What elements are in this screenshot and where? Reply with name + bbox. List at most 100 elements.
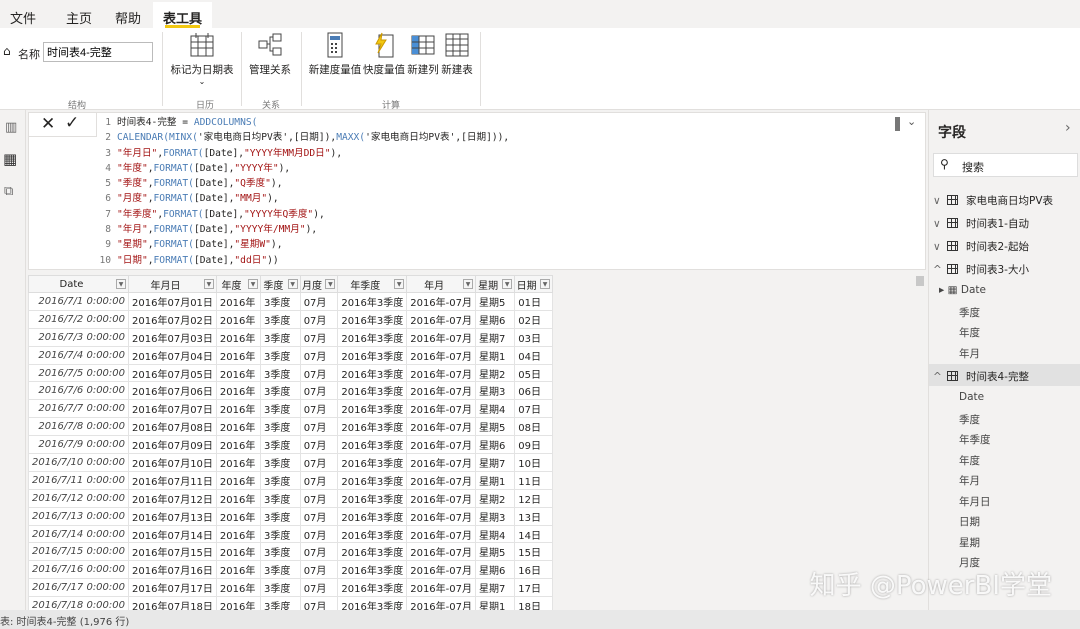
filter-dropdown-icon[interactable]: ▼ — [502, 279, 513, 289]
code-line[interactable]: 7 "年季度",FORMAT([Date],"YYYY年Q季度"), — [97, 207, 509, 222]
code-line[interactable]: 4 "年度",FORMAT([Date],"YYYY年"), — [97, 161, 509, 176]
filter-dropdown-icon[interactable]: ▼ — [116, 279, 127, 289]
field-item[interactable]: 星期 — [959, 535, 980, 550]
column-header-年度[interactable]: 年度 ▼ — [215, 275, 262, 293]
column-header-日期[interactable]: 日期 ▼ — [514, 275, 553, 293]
field-item[interactable]: 季度 — [959, 412, 980, 427]
table-row[interactable]: 2016/7/16 0:00:00 2016年07月16日 2016年 3季度 07月 2… — [27, 560, 553, 580]
table-row[interactable]: 2016/7/7 0:00:00 2016年07月07日 2016年 3季度 07月 20… — [27, 399, 553, 419]
chevron-up-icon[interactable]: ^ — [933, 264, 945, 276]
field-table-家电电商日均PV表[interactable]: ∨ 家电电商日均PV表 — [929, 188, 1080, 210]
filter-dropdown-icon[interactable]: ▼ — [325, 279, 336, 289]
column-header-年季度[interactable]: 年季度 ▼ — [337, 275, 408, 293]
code-token: MAXX( — [336, 132, 366, 144]
table-row[interactable]: 2016/7/4 0:00:00 2016年07月04日 2016年 3季度 07月 20… — [27, 345, 553, 365]
manage-relationships-button[interactable]: 管理关系 — [246, 32, 294, 77]
formula-bar[interactable]: ✕ ✓ 1 时间表4-完整 = ADDCOLUMNS(2 CALENDAR(MINX… — [28, 112, 926, 270]
table-row[interactable]: 2016/7/10 0:00:00 2016年07月10日 2016年 3季度 07月 2… — [27, 453, 553, 472]
table-row[interactable]: 2016/7/15 0:00:00 2016年07月15日 2016年 3季度 07月 2… — [27, 542, 553, 562]
field-item[interactable]: 年月 — [959, 473, 980, 488]
column-header-年月日[interactable]: 年月日 ▼ — [128, 275, 217, 293]
table-name-input[interactable] — [43, 42, 153, 62]
filter-dropdown-icon[interactable]: ▼ — [540, 279, 550, 289]
table-row[interactable]: 2016/7/8 0:00:00 2016年07月08日 2016年 3季度 07月 20… — [27, 417, 553, 437]
line-number: 1 — [105, 117, 111, 128]
table-row[interactable]: 2016/7/11 0:00:00 2016年07月11日 2016年 3季度 07月 2… — [27, 470, 553, 490]
menu-table-tools[interactable]: 表工具 — [153, 2, 213, 30]
data-view-icon[interactable]: ▦ — [3, 150, 17, 168]
filter-dropdown-icon[interactable]: ▼ — [287, 279, 298, 289]
table-cell: 07月 — [299, 453, 339, 472]
table-cell: 2016年07月14日 — [128, 524, 217, 544]
table-row[interactable]: 2016/7/1 0:00:00 2016年07月01日 2016年 3季度 07月 20… — [27, 292, 553, 311]
table-row[interactable]: 2016/7/12 0:00:00 2016年07月12日 2016年 3季度 07月 2… — [27, 488, 553, 508]
code-line[interactable]: 9 "星期",FORMAT([Date],"星期W"), — [97, 237, 509, 252]
filter-dropdown-icon[interactable]: ▼ — [463, 279, 474, 289]
cancel-formula-icon[interactable]: ✕ — [41, 114, 55, 134]
column-header-季度[interactable]: 季度 ▼ — [260, 275, 301, 293]
table-row[interactable]: 2016/7/17 0:00:00 2016年07月17日 2016年 3季度 07月 2… — [27, 578, 553, 598]
table-row[interactable]: 2016/7/5 0:00:00 2016年07月05日 2016年 3季度 07月 20… — [27, 363, 553, 383]
model-view-icon[interactable]: ⧉ — [4, 184, 13, 199]
field-item[interactable]: 年季度 — [959, 432, 991, 447]
table-row[interactable]: 2016/7/3 0:00:00 2016年07月03日 2016年 3季度 07月 20… — [27, 327, 553, 347]
report-view-icon[interactable]: ▥ — [5, 120, 17, 135]
chevron-up-icon[interactable]: ^ — [933, 371, 945, 383]
new-column-button[interactable]: 新建列 — [406, 32, 440, 77]
table-cell: 2016年3季度 — [337, 399, 408, 419]
new-table-button[interactable]: 新建表 — [440, 32, 474, 77]
code-line[interactable]: 6 "月度",FORMAT([Date],"MM月"), — [97, 191, 509, 206]
table-row[interactable]: 2016/7/9 0:00:00 2016年07月09日 2016年 3季度 07月 20… — [27, 435, 553, 455]
code-line[interactable]: 1 时间表4-完整 = ADDCOLUMNS( — [97, 115, 509, 130]
menu-help[interactable]: 帮助 — [115, 8, 141, 27]
table-row[interactable]: 2016/7/2 0:00:00 2016年07月02日 2016年 3季度 07月 20… — [27, 309, 553, 329]
menu-home[interactable]: 主页 — [66, 8, 92, 27]
table-cell: 2016年07月16日 — [128, 560, 217, 580]
chevron-down-icon[interactable]: ∨ — [933, 195, 945, 207]
chevron-down-icon[interactable]: ∨ — [933, 241, 945, 253]
table-row[interactable]: 2016/7/6 0:00:00 2016年07月06日 2016年 3季度 07月 20… — [27, 381, 553, 401]
grid-scrollbar[interactable] — [914, 272, 926, 610]
field-item[interactable]: 日期 — [959, 514, 980, 529]
field-item[interactable]: Date — [959, 391, 984, 403]
filter-dropdown-icon[interactable]: ▼ — [203, 279, 214, 289]
field-item[interactable]: 年度 — [959, 325, 980, 340]
field-item[interactable]: ▸ ▦ Date — [939, 284, 986, 296]
quick-measure-button[interactable]: 快度量值 — [363, 32, 405, 77]
menu-file[interactable]: 文件 — [10, 8, 36, 27]
mark-as-date-table-button[interactable]: 标记为日期表 ⌄ — [168, 32, 236, 86]
code-line[interactable]: 5 "季度",FORMAT([Date],"Q季度"), — [97, 176, 509, 191]
commit-formula-icon[interactable]: ✓ — [65, 113, 79, 133]
column-header-星期[interactable]: 星期 ▼ — [475, 275, 516, 293]
collapse-chevron-icon[interactable]: ⌄ — [907, 115, 916, 128]
collapse-pane-chevron-icon[interactable]: › — [1065, 120, 1071, 136]
filter-dropdown-icon[interactable]: ▼ — [394, 279, 405, 289]
dax-code[interactable]: 1 时间表4-完整 = ADDCOLUMNS(2 CALENDAR(MINX('家电… — [97, 115, 509, 268]
column-header-月度[interactable]: 月度 ▼ — [299, 275, 339, 293]
table-cell: 11日 — [514, 470, 553, 490]
column-header-年月[interactable]: 年月 ▼ — [406, 275, 477, 293]
field-table-时间表4-完整[interactable]: ^ 时间表4-完整 — [929, 364, 1080, 386]
column-header-Date[interactable]: Date ▼ — [27, 275, 130, 293]
fields-search-box[interactable]: ⚲ 搜索 — [933, 153, 1078, 177]
field-item[interactable]: 年月 — [959, 346, 980, 361]
table-cell: 07月 — [299, 363, 339, 383]
table-row[interactable]: 2016/7/14 0:00:00 2016年07月14日 2016年 3季度 07月 2… — [27, 524, 553, 544]
code-line[interactable]: 2 CALENDAR(MINX('家电电商日均PV表',[日期]),MAXX('家… — [97, 130, 509, 145]
field-table-时间表1-自动[interactable]: ∨ 时间表1-自动 — [929, 211, 1080, 233]
filter-dropdown-icon[interactable]: ▼ — [248, 279, 259, 289]
code-line[interactable]: 10 "日期",FORMAT([Date],"dd日")) — [97, 253, 509, 268]
formula-scrollbar[interactable] — [895, 117, 900, 131]
table-row[interactable]: 2016/7/13 0:00:00 2016年07月13日 2016年 3季度 07月 2… — [27, 506, 553, 526]
field-item[interactable]: 年度 — [959, 453, 980, 468]
code-line[interactable]: 3 "年月日",FORMAT([Date],"YYYY年MM月DD日"), — [97, 146, 509, 161]
code-line[interactable]: 8 "年月",FORMAT([Date],"YYYY年/MM月"), — [97, 222, 509, 237]
field-item[interactable]: 年月日 — [959, 494, 991, 509]
new-measure-button[interactable]: 新建度量值 — [307, 32, 363, 77]
chevron-down-icon[interactable]: ∨ — [933, 218, 945, 230]
code-token: ), — [278, 162, 291, 174]
table-cell: 2016年 — [215, 470, 262, 490]
field-item[interactable]: 季度 — [959, 305, 980, 320]
field-table-时间表2-起始[interactable]: ∨ 时间表2-起始 — [929, 234, 1080, 256]
field-table-时间表3-大小[interactable]: ^ 时间表3-大小 — [929, 257, 1080, 279]
